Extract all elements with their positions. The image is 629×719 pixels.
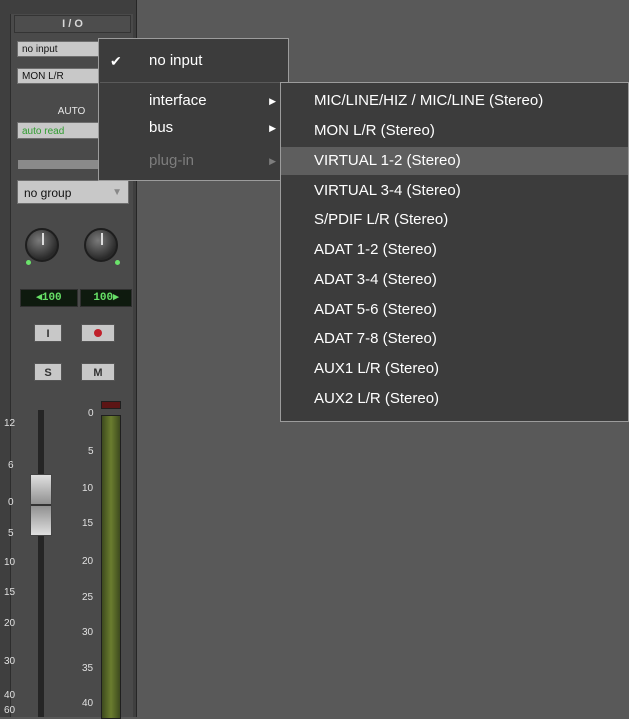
meter-scale-label: 30 bbox=[82, 627, 94, 638]
submenu-item-label: S/PDIF L/R (Stereo) bbox=[314, 211, 449, 228]
pan-right-value[interactable]: 100▸ bbox=[80, 289, 132, 307]
fader-scale-label: 30 bbox=[4, 656, 16, 667]
menu-item-interface[interactable]: interface ▶ bbox=[99, 89, 288, 113]
fader-scale-label: 20 bbox=[4, 618, 16, 629]
input-monitor-button[interactable]: I bbox=[34, 324, 62, 342]
solo-button[interactable]: S bbox=[34, 363, 62, 381]
pan-left-indicator bbox=[26, 260, 31, 265]
mute-button[interactable]: M bbox=[81, 363, 115, 381]
fader-scale-label: 5 bbox=[8, 528, 14, 539]
meter-scale-label: 40 bbox=[82, 698, 94, 709]
fader-track bbox=[38, 410, 44, 717]
menu-item-label: bus bbox=[149, 119, 174, 136]
fader-scale-label: 12 bbox=[4, 418, 16, 429]
group-selector[interactable]: no group ▼ bbox=[17, 180, 129, 204]
meter-scale-label: 15 bbox=[82, 518, 94, 529]
menu-item-no-input[interactable]: ✔ no input bbox=[99, 46, 288, 76]
submenu-item-label: VIRTUAL 3-4 (Stereo) bbox=[314, 182, 461, 199]
menu-divider bbox=[100, 82, 287, 83]
menu-item-label: plug-in bbox=[149, 152, 195, 169]
fader-scale-label: 15 bbox=[4, 587, 16, 598]
fader-scale-label: 40 bbox=[4, 690, 16, 701]
submenu-item[interactable]: AUX2 L/R (Stereo) bbox=[281, 385, 628, 413]
volume-fader[interactable] bbox=[30, 474, 52, 536]
submenu-item-label: VIRTUAL 1-2 (Stereo) bbox=[314, 152, 461, 169]
submenu-item[interactable]: ADAT 3-4 (Stereo) bbox=[281, 266, 628, 294]
submenu-arrow-icon: ▶ bbox=[269, 96, 276, 106]
pan-left-value[interactable]: ◂100 bbox=[20, 289, 78, 307]
meter-scale-label: 0 bbox=[88, 408, 94, 419]
fader-scale-label: 60 bbox=[4, 705, 16, 716]
checkmark-icon: ✔ bbox=[110, 53, 122, 69]
io-section-title: I / O bbox=[14, 15, 131, 33]
submenu-item[interactable]: S/PDIF L/R (Stereo) bbox=[281, 206, 628, 234]
record-icon bbox=[94, 329, 102, 337]
record-enable-button[interactable] bbox=[81, 324, 115, 342]
submenu-item-label: AUX2 L/R (Stereo) bbox=[314, 390, 440, 407]
input-popup-menu: ✔ no input interface ▶ bus ▶ plug-in ▶ bbox=[98, 38, 289, 181]
submenu-item[interactable]: VIRTUAL 1-2 (Stereo) bbox=[281, 147, 628, 175]
meter-scale-label: 35 bbox=[82, 663, 94, 674]
chevron-down-icon: ▼ bbox=[112, 187, 122, 198]
fader-scale-label: 0 bbox=[8, 497, 14, 508]
submenu-item-label: MIC/LINE/HIZ / MIC/LINE (Stereo) bbox=[314, 92, 544, 109]
menu-item-plug-in: plug-in ▶ bbox=[99, 149, 288, 173]
submenu-arrow-icon: ▶ bbox=[269, 156, 276, 166]
submenu-item-label: AUX1 L/R (Stereo) bbox=[314, 360, 440, 377]
pan-right-knob[interactable] bbox=[84, 228, 118, 262]
submenu-item[interactable]: ADAT 5-6 (Stereo) bbox=[281, 296, 628, 324]
meter-clip-indicator[interactable] bbox=[101, 401, 121, 409]
menu-item-label: no input bbox=[149, 52, 203, 69]
submenu-item[interactable]: VIRTUAL 3-4 (Stereo) bbox=[281, 177, 628, 205]
meter-scale-label: 25 bbox=[82, 592, 94, 603]
meter-scale-label: 5 bbox=[88, 446, 94, 457]
submenu-item[interactable]: ADAT 7-8 (Stereo) bbox=[281, 325, 628, 353]
interface-submenu: MIC/LINE/HIZ / MIC/LINE (Stereo) MON L/R … bbox=[280, 82, 629, 422]
submenu-item-label: MON L/R (Stereo) bbox=[314, 122, 435, 139]
meter-scale-label: 10 bbox=[82, 483, 94, 494]
group-label: no group bbox=[24, 186, 72, 200]
pan-left-knob[interactable] bbox=[25, 228, 59, 262]
submenu-item[interactable]: MIC/LINE/HIZ / MIC/LINE (Stereo) bbox=[281, 87, 628, 115]
menu-item-bus[interactable]: bus ▶ bbox=[99, 116, 288, 140]
level-meter bbox=[101, 415, 121, 719]
fader-scale-label: 10 bbox=[4, 557, 16, 568]
submenu-item-label: ADAT 1-2 (Stereo) bbox=[314, 241, 437, 258]
submenu-item-label: ADAT 7-8 (Stereo) bbox=[314, 330, 437, 347]
submenu-arrow-icon: ▶ bbox=[269, 123, 276, 133]
pan-right-indicator bbox=[115, 260, 120, 265]
menu-item-label: interface bbox=[149, 92, 207, 109]
submenu-item[interactable]: MON L/R (Stereo) bbox=[281, 117, 628, 145]
submenu-item-label: ADAT 3-4 (Stereo) bbox=[314, 271, 437, 288]
fader-scale-label: 6 bbox=[8, 460, 14, 471]
submenu-item[interactable]: AUX1 L/R (Stereo) bbox=[281, 355, 628, 383]
submenu-item[interactable]: ADAT 1-2 (Stereo) bbox=[281, 236, 628, 264]
meter-scale-label: 20 bbox=[82, 556, 94, 567]
submenu-item-label: ADAT 5-6 (Stereo) bbox=[314, 301, 437, 318]
